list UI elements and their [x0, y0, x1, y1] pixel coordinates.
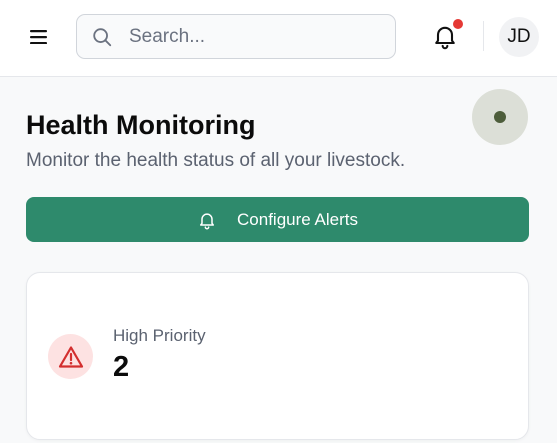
- hamburger-menu-icon: [30, 30, 47, 44]
- configure-alerts-label: Configure Alerts: [237, 209, 358, 229]
- search-input[interactable]: [127, 15, 387, 58]
- user-avatar[interactable]: JD: [499, 17, 539, 57]
- bell-icon: [197, 210, 217, 230]
- notification-badge: [453, 19, 463, 29]
- menu-button[interactable]: [24, 24, 54, 50]
- high-priority-card: High Priority 2: [26, 272, 529, 440]
- search-bar: [76, 14, 396, 59]
- header-divider: [483, 21, 484, 51]
- status-dot-icon: [494, 111, 506, 123]
- configure-alerts-button[interactable]: Configure Alerts: [26, 197, 529, 242]
- page-title: Health Monitoring: [26, 110, 256, 140]
- alert-icon-badge: [48, 334, 93, 379]
- user-initials: JD: [507, 26, 531, 47]
- page-subtitle: Monitor the health status of all your li…: [26, 150, 406, 171]
- top-bar: JD: [0, 0, 557, 77]
- stat-label: High Priority: [113, 326, 206, 345]
- stat-value: 2: [113, 351, 130, 383]
- alert-triangle-icon: [58, 345, 83, 368]
- search-icon: [93, 28, 112, 47]
- status-indicator-button[interactable]: [472, 89, 528, 145]
